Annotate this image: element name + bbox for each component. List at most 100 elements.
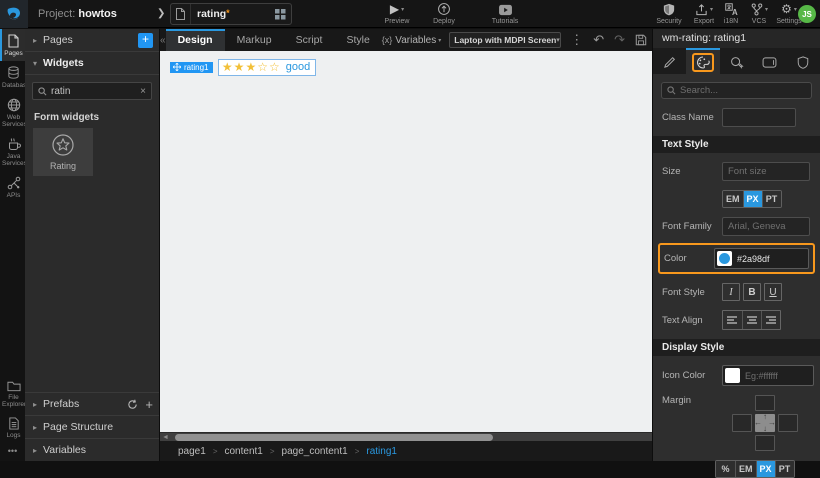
unit-px-button[interactable]: PX — [743, 191, 762, 207]
underline-button[interactable]: U — [764, 283, 782, 301]
widget-search-box[interactable]: × — [32, 82, 152, 100]
tab-markup[interactable]: Markup — [225, 29, 284, 51]
font-color-input[interactable] — [737, 254, 806, 264]
vcs-button[interactable]: ▾ VCS — [744, 3, 774, 25]
breadcrumb-content1[interactable]: content1 — [224, 446, 262, 457]
preview-button[interactable]: ▶▾ Preview — [374, 3, 420, 25]
deploy-button[interactable]: Deploy — [424, 3, 464, 25]
collapsed-triangle-icon: ▸ — [33, 423, 37, 432]
add-page-button[interactable]: + — [138, 33, 153, 48]
chevron-down-icon[interactable]: ▾ — [710, 6, 713, 13]
widget-selection-label[interactable]: rating1 — [170, 62, 213, 73]
i18n-button[interactable]: A i18N — [716, 3, 746, 25]
clear-search-icon[interactable]: × — [140, 86, 146, 97]
tab-script[interactable]: Script — [284, 29, 335, 51]
color-swatch[interactable] — [725, 368, 740, 383]
undo-icon[interactable]: ↶ — [588, 32, 609, 48]
sidebar-item-logs[interactable]: Logs — [0, 412, 25, 443]
tab-security[interactable] — [787, 48, 820, 74]
filled-stars[interactable]: ★★★ — [222, 60, 257, 74]
display-style-section-header: Display Style — [653, 339, 820, 356]
align-right-button[interactable] — [761, 311, 780, 329]
margin-top-input[interactable] — [755, 395, 775, 411]
color-dot — [719, 253, 730, 264]
breadcrumb-page1[interactable]: page1 — [178, 446, 206, 457]
variables-button[interactable]: {x} Variables ▾ — [382, 29, 441, 51]
unit-px-button[interactable]: PX — [756, 461, 775, 477]
font-family-input[interactable] — [722, 217, 810, 236]
breadcrumb-page-content1[interactable]: page_content1 — [282, 446, 348, 457]
unit-percent-button[interactable]: % — [716, 461, 735, 477]
widgets-section-header[interactable]: ▾ Widgets — [25, 52, 159, 75]
save-icon[interactable] — [630, 34, 652, 46]
color-swatch[interactable] — [717, 251, 732, 266]
chevron-down-icon[interactable]: ▾ — [401, 6, 404, 13]
sidebar-item-apis[interactable]: APIs — [0, 171, 25, 203]
app-logo[interactable] — [0, 0, 28, 28]
tab-design[interactable]: Design — [166, 29, 225, 51]
horizontal-scrollbar[interactable]: ◄ — [160, 432, 652, 441]
sidebar-item-databases[interactable]: Databases — [0, 61, 25, 93]
align-left-button[interactable] — [723, 311, 742, 329]
expanded-triangle-icon: ▾ — [33, 59, 37, 68]
user-avatar[interactable]: JS — [798, 5, 816, 23]
tutorials-button[interactable]: Tutorials — [482, 3, 528, 25]
scroll-left-arrow-icon[interactable]: ◄ — [162, 434, 169, 441]
chevron-down-icon[interactable]: ▾ — [794, 6, 797, 13]
redo-icon[interactable]: ↷ — [609, 32, 630, 48]
rating-widget-tile[interactable]: Rating — [33, 128, 93, 176]
unit-pt-button[interactable]: PT — [775, 461, 794, 477]
more-icon[interactable]: ••• — [0, 443, 25, 459]
icon-color-control[interactable] — [722, 365, 814, 386]
refresh-icon[interactable] — [127, 399, 138, 410]
unit-pt-button[interactable]: PT — [762, 191, 781, 207]
page-structure-section-header[interactable]: ▸ Page Structure — [25, 415, 159, 438]
rating-stars[interactable]: ★★★☆☆ good — [218, 59, 316, 76]
design-canvas[interactable]: rating1 ★★★☆☆ good — [160, 51, 652, 432]
arrow-up-icon: ↑ — [763, 413, 767, 421]
tab-styles[interactable] — [686, 48, 719, 74]
page-name-input[interactable]: rating* — [191, 8, 269, 20]
align-center-button[interactable] — [742, 311, 761, 329]
editor-tab-bar: « Design Markup Script Style {x} Variabl… — [160, 29, 652, 51]
add-prefab-icon[interactable]: + — [145, 397, 153, 412]
font-size-input[interactable] — [722, 162, 810, 181]
tab-properties[interactable] — [653, 48, 686, 74]
tab-devices[interactable] — [753, 48, 786, 74]
tab-style[interactable]: Style — [334, 29, 381, 51]
text-align-row: Text Align — [653, 310, 820, 330]
margin-left-input[interactable] — [732, 414, 752, 432]
margin-right-input[interactable] — [778, 414, 798, 432]
security-button[interactable]: Security — [652, 3, 686, 25]
chevron-down-icon[interactable]: ▾ — [765, 6, 768, 13]
sidebar-item-file-explorer[interactable]: File Explorer — [0, 375, 25, 412]
variables-section-header[interactable]: ▸ Variables — [25, 438, 159, 461]
italic-button[interactable]: I — [722, 283, 740, 301]
icon-color-input[interactable] — [745, 371, 811, 381]
rating-widget-on-canvas[interactable]: rating1 ★★★☆☆ good — [170, 58, 316, 76]
unit-em-button[interactable]: EM — [723, 191, 743, 207]
class-name-input[interactable] — [722, 108, 796, 127]
unit-em-button[interactable]: EM — [735, 461, 756, 477]
sidebar-item-pages[interactable]: Pages — [0, 29, 25, 61]
sidebar-item-web-services[interactable]: Web Services — [0, 93, 25, 132]
empty-stars[interactable]: ☆☆ — [257, 60, 281, 74]
margin-all-handle[interactable]: ↑ ↓ ← → — [755, 414, 775, 432]
device-select[interactable]: Laptop with MDPI Screen ▾ — [449, 32, 561, 48]
prefabs-section-header[interactable]: ▸ Prefabs + — [25, 392, 159, 415]
property-search-box[interactable] — [661, 82, 812, 99]
pages-section-header[interactable]: ▸ Pages + — [25, 29, 159, 52]
page-name-box[interactable]: rating* — [170, 3, 292, 25]
font-color-control[interactable] — [714, 248, 809, 269]
bold-button[interactable]: B — [743, 283, 761, 301]
grid-view-icon[interactable] — [269, 4, 291, 24]
translate-icon: A — [725, 3, 738, 16]
margin-bottom-input[interactable] — [755, 435, 775, 451]
property-search-input[interactable] — [680, 85, 806, 96]
sidebar-item-java-services[interactable]: Java Services — [0, 132, 25, 171]
breadcrumb-rating1[interactable]: rating1 — [366, 446, 397, 457]
widget-search-input[interactable] — [51, 86, 140, 97]
tab-events[interactable] — [720, 48, 753, 74]
more-options-icon[interactable]: ⋮ — [565, 32, 588, 48]
scrollbar-thumb[interactable] — [175, 434, 493, 441]
